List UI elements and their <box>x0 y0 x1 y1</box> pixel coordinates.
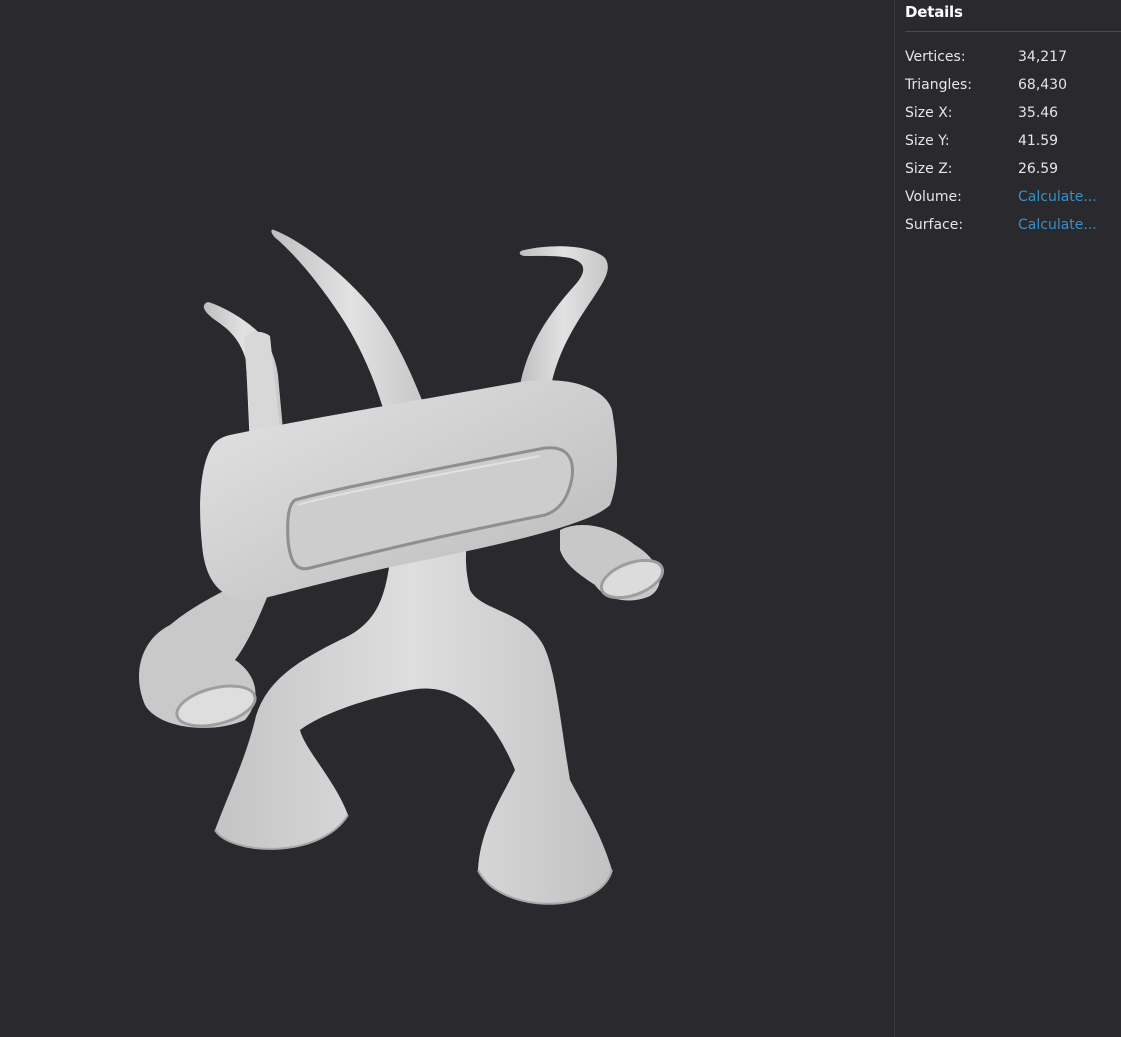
calculate-volume-link[interactable]: Calculate... <box>1018 186 1097 208</box>
details-divider <box>905 31 1121 32</box>
app-window: Details Vertices: 34,217 Triangles: 68,4… <box>0 0 1121 1037</box>
right-arm-mesh <box>560 525 665 601</box>
detail-row-triangles: Triangles: 68,430 <box>905 74 1121 102</box>
details-title: Details <box>905 3 963 21</box>
size-y-label: Size Y: <box>905 133 950 149</box>
calculate-surface-link[interactable]: Calculate... <box>1018 214 1097 236</box>
size-x-label: Size X: <box>905 105 953 121</box>
size-y-value: 41.59 <box>1018 133 1059 149</box>
size-z-label: Size Z: <box>905 161 953 177</box>
details-list: Vertices: 34,217 Triangles: 68,430 Size … <box>905 46 1121 242</box>
3d-viewport[interactable] <box>0 0 894 1037</box>
vertices-value: 34,217 <box>1018 49 1067 65</box>
triangles-label: Triangles: <box>905 77 972 93</box>
detail-row-size-z: Size Z: 26.59 <box>905 158 1121 186</box>
size-x-value: 35.46 <box>1018 105 1059 121</box>
detail-row-vertices: Vertices: 34,217 <box>905 46 1121 74</box>
triangles-value: 68,430 <box>1018 77 1067 93</box>
size-z-value: 26.59 <box>1018 161 1059 177</box>
detail-row-volume: Volume: Calculate... <box>905 186 1121 214</box>
detail-row-size-y: Size Y: 41.59 <box>905 130 1121 158</box>
vertices-label: Vertices: <box>905 49 966 65</box>
detail-row-size-x: Size X: 35.46 <box>905 102 1121 130</box>
surface-label: Surface: <box>905 217 964 233</box>
model-render[interactable] <box>0 0 894 1037</box>
details-panel: Details Vertices: 34,217 Triangles: 68,4… <box>894 0 1121 1037</box>
detail-row-surface: Surface: Calculate... <box>905 214 1121 242</box>
volume-label: Volume: <box>905 189 962 205</box>
